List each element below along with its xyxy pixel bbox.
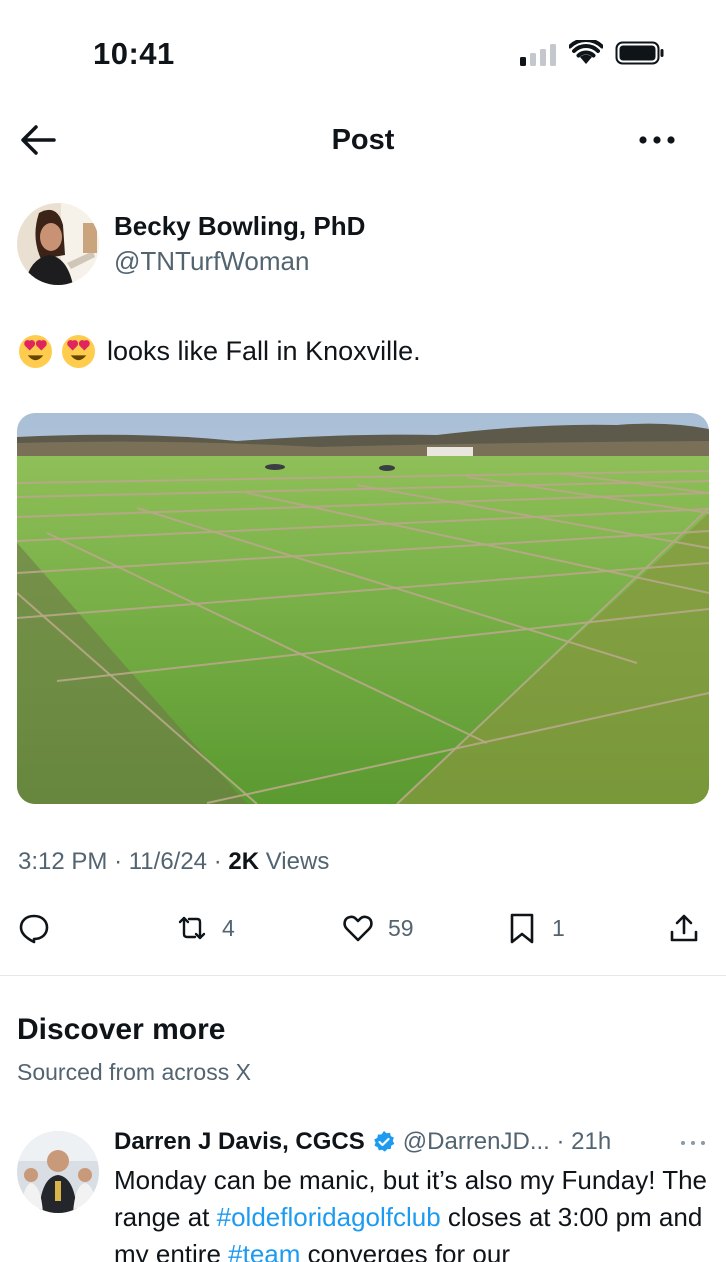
hashtag-link[interactable]: #team <box>228 1239 300 1262</box>
tweet2-avatar[interactable] <box>17 1131 99 1213</box>
bookmark-button[interactable]: 1 <box>506 908 565 948</box>
page-title: Post <box>331 124 395 156</box>
share-button[interactable] <box>668 908 700 948</box>
heart-eyes-emoji-icon <box>18 334 53 369</box>
tweet2-header: Darren J Davis, CGCS @DarrenJD... · 21h <box>114 1128 612 1156</box>
tweet2-author-name[interactable]: Darren J Davis, CGCS <box>114 1128 365 1156</box>
bookmark-icon <box>510 913 534 944</box>
like-count: 59 <box>388 914 414 941</box>
heart-eyes-emoji-icon <box>61 334 96 369</box>
section-divider <box>0 975 726 976</box>
wifi-icon <box>569 40 603 64</box>
author-avatar[interactable] <box>17 203 99 285</box>
author-handle[interactable]: @TNTurfWoman <box>114 246 309 277</box>
views-count: 2K <box>228 848 260 875</box>
status-time: 10:41 <box>93 36 175 71</box>
post-date: 11/6/24 <box>128 848 208 875</box>
post-image[interactable] <box>17 413 709 804</box>
battery-icon <box>615 41 664 65</box>
retweet-count: 4 <box>222 914 235 941</box>
bookmark-count: 1 <box>552 914 565 941</box>
like-button[interactable]: 59 <box>342 908 414 948</box>
post-time: 3:12 PM <box>18 848 108 875</box>
share-icon <box>670 914 698 942</box>
retweet-icon <box>178 916 206 940</box>
heart-icon <box>343 915 373 942</box>
post-text: looks like Fall in Knoxville. <box>18 334 421 369</box>
more-options-icon[interactable] <box>636 128 680 152</box>
post-text-body: looks like Fall in Knoxville. <box>107 336 421 366</box>
views-label: Views <box>265 848 330 875</box>
tweet2-author-handle[interactable]: @DarrenJD... <box>403 1128 550 1156</box>
discover-subtitle: Sourced from across X <box>17 1059 251 1085</box>
hashtag-link[interactable]: #oldefloridagolfclub <box>217 1202 441 1232</box>
author-name[interactable]: Becky Bowling, PhD <box>114 211 365 242</box>
tweet2-text-3: converges for our <box>300 1239 510 1262</box>
discover-title: Discover more <box>17 1013 226 1046</box>
retweet-button[interactable]: 4 <box>176 908 235 948</box>
post-meta: 3:12 PM · 11/6/24 · 2K Views <box>18 848 330 875</box>
tweet2-body: Monday can be manic, but it’s also my Fu… <box>114 1162 714 1262</box>
verified-badge-icon <box>373 1131 395 1152</box>
tweet2-time: 21h <box>571 1128 612 1155</box>
cellular-signal-icon <box>520 44 558 66</box>
tweet2-more-icon[interactable] <box>679 1138 707 1148</box>
reply-button[interactable] <box>18 908 50 948</box>
reply-icon <box>19 914 49 944</box>
